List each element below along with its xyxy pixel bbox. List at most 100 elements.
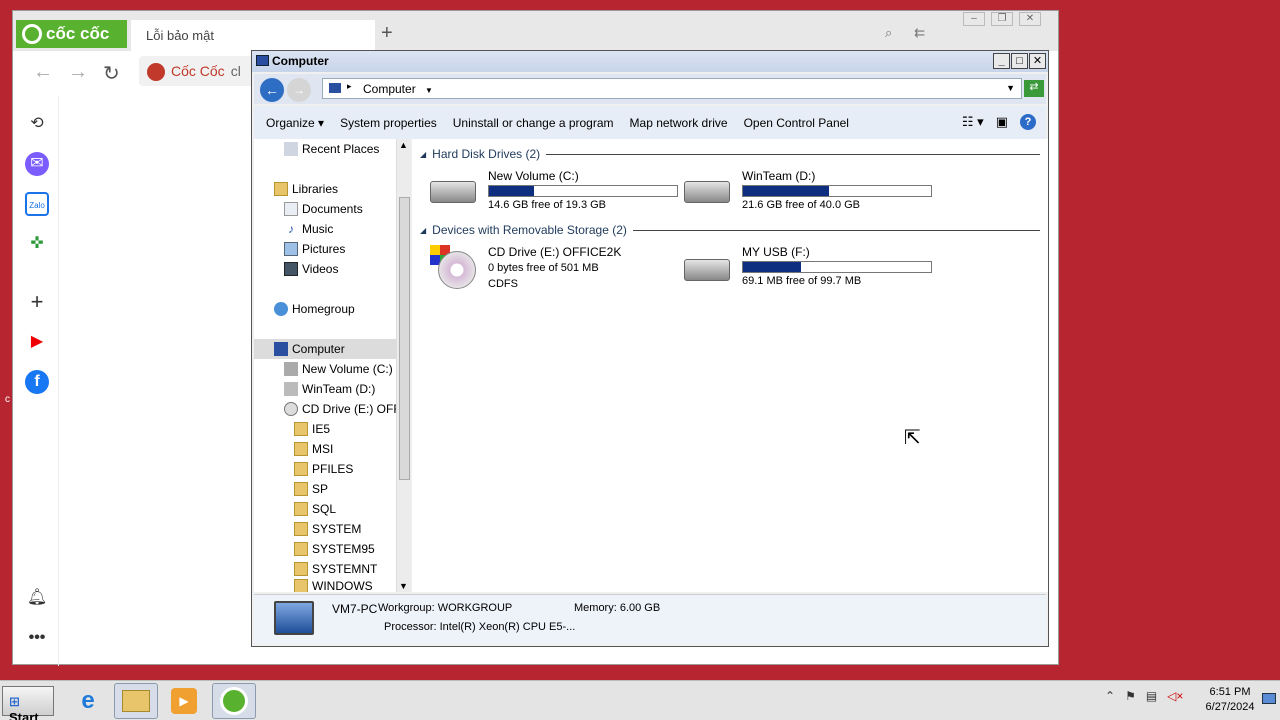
- reload-icon[interactable]: ↻: [103, 61, 120, 86]
- nav-folder[interactable]: IE5: [254, 419, 396, 439]
- new-tab-button[interactable]: +: [381, 22, 393, 45]
- system-properties-button[interactable]: System properties: [340, 116, 437, 130]
- videos-icon: [284, 262, 298, 276]
- forward-icon[interactable]: →: [68, 61, 88, 84]
- folder-icon: [122, 690, 150, 712]
- nav-folder[interactable]: WINDOWS: [254, 579, 396, 592]
- chevron-down-icon[interactable]: ▼: [425, 86, 433, 95]
- nav-item-recent-places[interactable]: Recent Places: [254, 139, 396, 159]
- nav-item-pictures[interactable]: Pictures: [254, 239, 396, 259]
- nav-folder[interactable]: SP: [254, 479, 396, 499]
- clock[interactable]: 6:51 PM 6/27/2024: [1198, 685, 1262, 715]
- back-button[interactable]: ←: [260, 78, 284, 102]
- folder-icon: [294, 422, 308, 436]
- messenger-icon[interactable]: ✉: [25, 152, 49, 176]
- navigation-scrollbar[interactable]: ▲ ▼: [396, 139, 411, 592]
- nav-item-videos[interactable]: Videos: [254, 259, 396, 279]
- breadcrumb[interactable]: Computer: [363, 82, 416, 96]
- media-player-taskbar-button[interactable]: ▶: [162, 683, 206, 719]
- show-hidden-icons-icon[interactable]: ⌃: [1105, 689, 1115, 703]
- address-bar[interactable]: Cốc Cốc cl: [139, 56, 269, 86]
- maximize-icon[interactable]: □: [1011, 53, 1028, 69]
- explorer-address-box[interactable]: ▸ Computer ▼ ▼: [322, 78, 1022, 99]
- group-header-removable[interactable]: ◢ Devices with Removable Storage (2): [420, 222, 1040, 238]
- collapse-icon[interactable]: ◢: [420, 226, 426, 235]
- explorer-titlebar[interactable]: Computer _ □ ✕: [252, 51, 1048, 72]
- music-icon: ♪: [288, 222, 294, 236]
- scroll-up-icon[interactable]: ▲: [399, 140, 408, 150]
- internet-explorer-taskbar-button[interactable]: e: [66, 683, 110, 719]
- address-dropdown-icon[interactable]: ▼: [1006, 83, 1015, 93]
- folder-icon: [294, 542, 308, 556]
- nav-folder[interactable]: SYSTEM: [254, 519, 396, 539]
- folder-icon: [294, 579, 308, 592]
- collapse-icon[interactable]: ◢: [420, 150, 426, 159]
- nav-folder[interactable]: SYSTEM95: [254, 539, 396, 559]
- minimize-icon[interactable]: _: [993, 53, 1010, 69]
- explorer-taskbar-button[interactable]: [114, 683, 158, 719]
- coccoc-logo-icon: [22, 24, 42, 44]
- drive-f[interactable]: MY USB (F:) 69.1 MB free of 99.7 MB: [684, 245, 952, 287]
- drive-e[interactable]: CD Drive (E:) OFFICE2K 0 bytes free of 5…: [430, 245, 698, 291]
- open-control-panel-button[interactable]: Open Control Panel: [744, 116, 849, 130]
- network-icon[interactable]: ▤: [1146, 689, 1157, 703]
- nav-folder[interactable]: MSI: [254, 439, 396, 459]
- nav-item-documents[interactable]: Documents: [254, 199, 396, 219]
- group-header-hdd[interactable]: ◢ Hard Disk Drives (2): [420, 146, 1040, 162]
- action-center-flag-icon[interactable]: ⚑: [1125, 689, 1136, 703]
- add-icon[interactable]: +: [25, 290, 49, 314]
- zalo-icon[interactable]: Zalo: [25, 192, 49, 216]
- folder-icon: [294, 502, 308, 516]
- nav-folder[interactable]: SQL: [254, 499, 396, 519]
- notification-bell-icon[interactable]: 🔔︎: [25, 586, 49, 610]
- tab-security-error[interactable]: Lỗi bảo mật: [131, 20, 375, 51]
- organize-button[interactable]: Organize ▾: [266, 116, 324, 130]
- map-network-drive-button[interactable]: Map network drive: [630, 116, 728, 130]
- show-desktop-icon[interactable]: [1262, 693, 1276, 704]
- change-view-icon[interactable]: ☷ ▾: [962, 114, 984, 130]
- volume-muted-icon[interactable]: ◁×: [1167, 689, 1183, 703]
- help-icon[interactable]: ?: [1020, 114, 1036, 130]
- refresh-button[interactable]: ⇄: [1024, 80, 1044, 97]
- nav-item-drive-d[interactable]: WinTeam (D:): [254, 379, 396, 399]
- close-icon[interactable]: ✕: [1029, 53, 1046, 69]
- taskbar: ⊞ Start e ▶ ⌃ ⚑ ▤ ◁× 6:51 PM 6/27/2024: [0, 680, 1280, 720]
- folder-icon: [294, 522, 308, 536]
- drive-c[interactable]: New Volume (C:) 14.6 GB free of 19.3 GB: [430, 169, 698, 211]
- search-tabs-icon[interactable]: ⌕: [885, 25, 892, 41]
- forward-button[interactable]: →: [287, 78, 311, 102]
- pictures-icon: [284, 242, 298, 256]
- nav-item-homegroup[interactable]: Homegroup: [254, 299, 396, 319]
- coccoc-taskbar-button[interactable]: [212, 683, 256, 719]
- nav-item-computer[interactable]: Computer: [254, 339, 396, 359]
- back-icon[interactable]: ←: [33, 61, 53, 84]
- back-arrow-icon[interactable]: ⇇: [914, 25, 925, 41]
- preview-pane-icon[interactable]: ▣: [996, 114, 1008, 130]
- start-button[interactable]: ⊞ Start: [2, 686, 54, 720]
- scroll-down-icon[interactable]: ▼: [399, 581, 408, 591]
- history-icon[interactable]: ⟲: [25, 112, 49, 136]
- coccoc-brand-tab[interactable]: cốc cốc: [16, 20, 127, 48]
- breadcrumb-arrow-icon[interactable]: ▸: [347, 81, 352, 92]
- folder-icon: [294, 562, 308, 576]
- nav-item-drive-c[interactable]: New Volume (C:): [254, 359, 396, 379]
- uninstall-program-button[interactable]: Uninstall or change a program: [453, 116, 614, 130]
- more-options-icon[interactable]: •••: [25, 626, 49, 650]
- restore-icon[interactable]: ❐: [991, 12, 1013, 26]
- workgroup: Workgroup: WORKGROUP: [378, 602, 513, 614]
- facebook-icon[interactable]: f: [25, 370, 49, 394]
- close-icon[interactable]: ✕: [1019, 12, 1041, 26]
- game-controller-icon[interactable]: ✜: [25, 232, 49, 256]
- navigation-pane: Recent Places Libraries Documents ♪ Music…: [254, 139, 396, 592]
- drive-d[interactable]: WinTeam (D:) 21.6 GB free of 40.0 GB: [684, 169, 952, 211]
- nav-item-music[interactable]: ♪ Music: [254, 219, 396, 239]
- nav-item-libraries[interactable]: Libraries: [254, 179, 396, 199]
- youtube-icon[interactable]: ▶: [25, 330, 49, 354]
- nav-item-drive-e[interactable]: CD Drive (E:) OFFICE2K: [254, 399, 396, 419]
- system-tray: ⌃ ⚑ ▤ ◁×: [1105, 689, 1183, 703]
- explorer-window-controls: _ □ ✕: [993, 53, 1046, 69]
- minimize-icon[interactable]: –: [963, 12, 985, 26]
- nav-folder[interactable]: SYSTEMNT: [254, 559, 396, 579]
- scroll-thumb[interactable]: [399, 197, 410, 480]
- nav-folder[interactable]: PFILES: [254, 459, 396, 479]
